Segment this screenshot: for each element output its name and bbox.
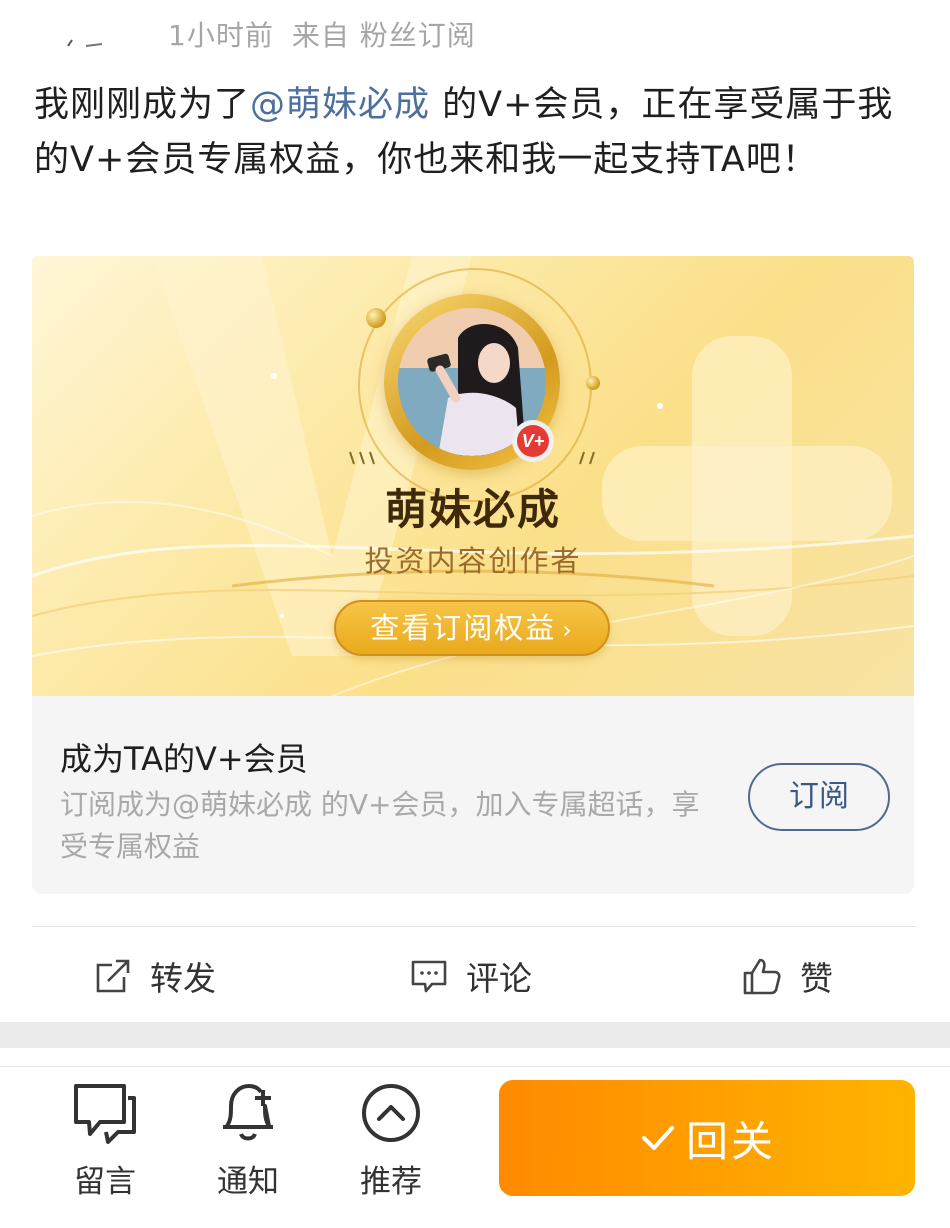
message-label: 留言 — [74, 1164, 136, 1200]
view-benefits-button[interactable]: 查看订阅权益 › — [334, 600, 610, 656]
repost-label: 转发 — [150, 959, 216, 998]
recommend-button[interactable]: 推荐 — [346, 1080, 436, 1201]
repost-button[interactable]: 转发 — [94, 952, 216, 1000]
chevron-right-icon: › — [562, 616, 574, 644]
comment-label: 评论 — [466, 959, 532, 998]
subscribe-button[interactable]: 订阅 — [748, 763, 890, 831]
message-icon — [74, 1084, 136, 1144]
section-separator — [0, 1022, 950, 1048]
checkmark-icon — [641, 1126, 674, 1150]
creator-name: 萌妹必成 — [384, 485, 561, 534]
view-benefits-label: 查看订阅权益 — [370, 611, 557, 645]
subscribe-title: 成为TA的V+会员 — [60, 740, 308, 778]
post-text: 我刚刚成为了@萌妹必成 的V+会员，正在享受属于我的V+会员专属权益，你也来和我… — [34, 78, 914, 188]
like-label: 赞 — [800, 959, 833, 998]
gold-orb-decoration — [366, 308, 386, 328]
mention-link[interactable]: @萌妹必成 — [250, 85, 430, 125]
notify-label: 通知 — [217, 1164, 279, 1200]
gold-orb-decoration — [586, 376, 600, 390]
message-button[interactable]: 留言 — [60, 1080, 150, 1201]
post-source: 来自 粉丝订阅 — [291, 19, 476, 52]
subscribe-description: 订阅成为@萌妹必成 的V+会员，加入专属超话，享受专属权益 — [60, 788, 700, 863]
post-text-prefix: 我刚刚成为了 — [34, 85, 251, 125]
creator-role: 投资内容创作者 — [364, 544, 582, 578]
post-time: 1小时前 — [168, 19, 274, 52]
repost-icon — [96, 959, 130, 993]
toolbar-top-border — [0, 1066, 950, 1067]
comment-button[interactable]: 评论 — [410, 952, 532, 1000]
recommend-label: 推荐 — [360, 1164, 422, 1200]
vplus-badge-text: V+ — [517, 425, 549, 457]
chevron-up-circle-icon — [362, 1084, 420, 1142]
avatar-edge — [67, 39, 103, 47]
follow-back-button[interactable]: 回关 — [499, 1080, 915, 1196]
vplus-badge-icon: V+ — [512, 420, 554, 462]
like-button[interactable]: 赞 — [742, 952, 833, 1000]
thumbs-up-icon — [743, 958, 781, 995]
divider — [32, 926, 916, 927]
post-meta: 1小时前 来自 粉丝订阅 — [168, 14, 476, 54]
bell-plus-icon — [223, 1084, 273, 1141]
follow-back-label: 回关 — [685, 1116, 776, 1166]
comment-icon — [411, 960, 447, 993]
notify-button[interactable]: 通知 — [203, 1080, 293, 1201]
